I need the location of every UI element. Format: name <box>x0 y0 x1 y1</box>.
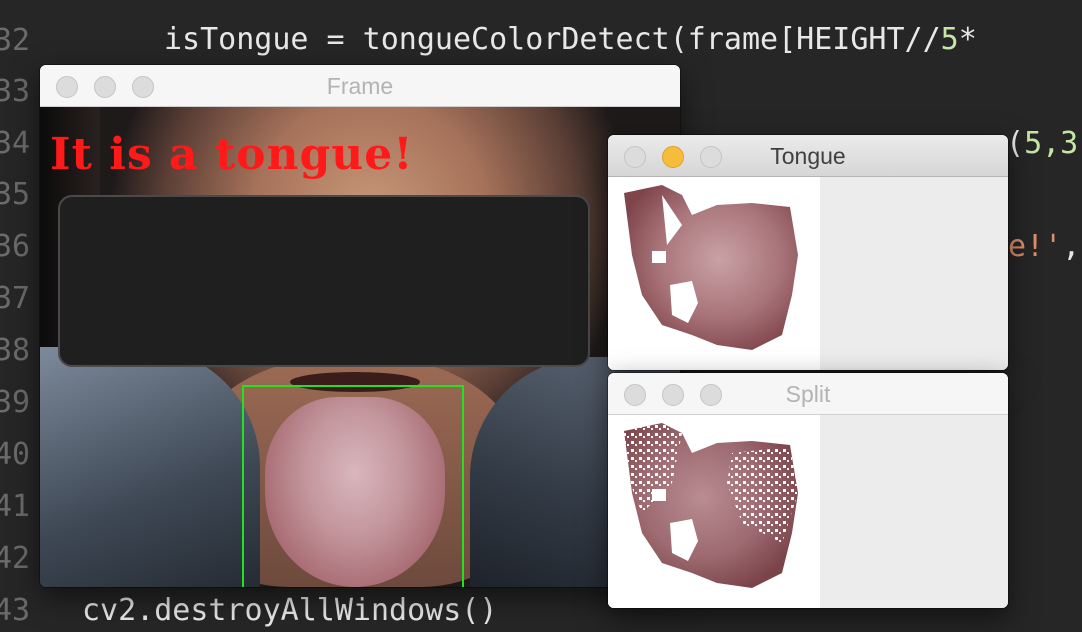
detection-box <box>242 385 464 587</box>
line-number: 32 <box>0 23 31 58</box>
redaction-box <box>58 195 590 367</box>
code-line-32: isTongue = tongueColorDetect(frame[HEIGH… <box>164 25 977 55</box>
titlebar[interactable]: Tongue <box>608 135 1008 177</box>
window-title: Frame <box>326 73 394 99</box>
line-number: 38 <box>0 333 31 368</box>
line-number: 41 <box>0 489 31 524</box>
code-text: isTongue = tongueColorDetect(frame[HEIGH… <box>164 22 941 57</box>
split-mask-canvas <box>608 415 1008 608</box>
camera-frame: It is a tongue! <box>40 107 680 587</box>
line-number: 35 <box>0 177 31 212</box>
line-number: 43 <box>0 593 31 628</box>
frame-window[interactable]: Frame It is a tongue! <box>40 65 680 587</box>
code-line-36-fragment: e!', <box>1008 232 1080 262</box>
window-title: Split <box>785 381 831 407</box>
code-line-43: cv2.destroyAllWindows() <box>82 593 498 628</box>
split-window[interactable]: Split <box>608 373 1008 608</box>
code-number: 5 <box>940 22 959 57</box>
split-mask-shape <box>624 423 798 588</box>
line-number: 39 <box>0 385 31 420</box>
tongue-window[interactable]: Tongue <box>608 135 1008 370</box>
line-number: 33 <box>0 74 31 109</box>
shoulder-left <box>40 347 260 587</box>
code-paren: ( <box>1006 126 1025 161</box>
detection-status-text: It is a tongue! <box>50 129 414 180</box>
code-number: 5,3 <box>1024 126 1079 161</box>
line-number: 37 <box>0 281 31 316</box>
tongue-mask-shape <box>624 185 798 350</box>
line-number: 36 <box>0 229 31 264</box>
code-line-34-fragment: (5,3 <box>1006 129 1078 159</box>
line-number: 34 <box>0 126 31 161</box>
titlebar[interactable]: Split <box>608 373 1008 415</box>
code-string: e!' <box>1008 229 1063 264</box>
titlebar[interactable]: Frame <box>40 65 680 107</box>
code-text: , <box>1062 229 1081 264</box>
line-number: 42 <box>0 541 31 576</box>
code-text: * <box>958 22 977 57</box>
line-number: 40 <box>0 437 31 472</box>
tongue-mask-image <box>608 177 820 370</box>
split-mask-image <box>608 415 820 608</box>
tongue-mask-canvas <box>608 177 1008 370</box>
window-title: Tongue <box>770 143 846 169</box>
